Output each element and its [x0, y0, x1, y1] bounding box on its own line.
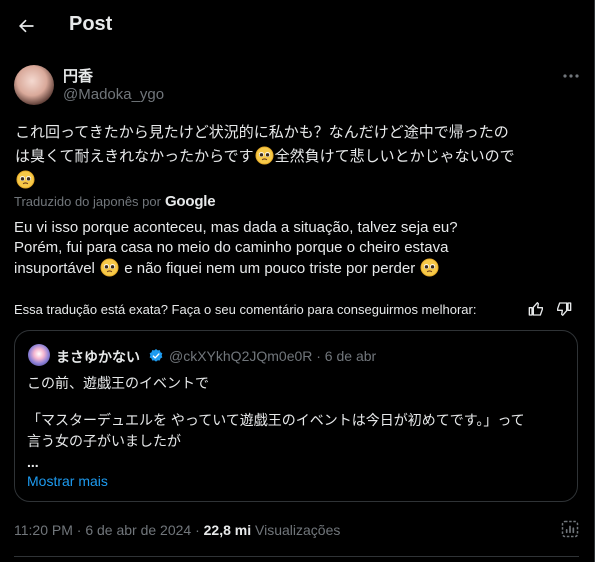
- post-stats-icon[interactable]: [560, 519, 580, 539]
- thumbs-down-icon[interactable]: [555, 300, 573, 318]
- translated-label: Traduzido do japonês por: [14, 194, 161, 209]
- quoted-text: この前、遊戯王のイベントで 「マスターデュエルを やっていて遊戯王のイベントは今…: [27, 373, 567, 473]
- verified-badge-icon: [149, 349, 163, 362]
- header: Post: [0, 0, 594, 53]
- translation-line-2: Porém, fui para casa no meio do caminho …: [14, 239, 449, 256]
- author-handle[interactable]: @Madoka_ygo: [63, 86, 164, 103]
- quoted-line-1: この前、遊戯王のイベントで: [27, 375, 209, 391]
- page-title: Post: [69, 13, 113, 35]
- quoted-post[interactable]: まさゆかない @ckXYkhQ2JQm0e0R · 6 de abr この前、遊…: [14, 330, 578, 502]
- pleading-face-emoji: [255, 146, 274, 165]
- more-icon[interactable]: [560, 67, 582, 85]
- pleading-face-emoji: [100, 258, 119, 277]
- tweet-line-3: [15, 169, 580, 193]
- translation-feedback-text: Essa tradução está exata? Faça o seu com…: [14, 302, 477, 317]
- translation-line-3: insuportável e não fiquei nem um pouco t…: [14, 258, 584, 279]
- divider: [14, 556, 579, 557]
- quoted-handle-date: @ckXYkhQ2JQm0e0R · 6 de abr: [169, 348, 377, 364]
- thumbs-up-icon[interactable]: [527, 300, 545, 318]
- google-logo: Google: [164, 193, 216, 210]
- tweet-text: これ回ってきたから見たけど状況的に私かも？なんだけど途中で帰ったの は臭くて耐え…: [15, 121, 580, 193]
- pleading-face-emoji: [420, 258, 439, 277]
- translation-line-1: Eu vi isso porque aconteceu, mas dada a …: [14, 219, 458, 236]
- tweet-line-2: は臭くて耐えきれなかったからです 全然負けて悲しいとかじゃないので: [15, 146, 515, 165]
- author-display-name[interactable]: 円香: [63, 65, 93, 86]
- show-more-link[interactable]: Mostrar mais: [27, 473, 108, 489]
- views-count: 22,8 mi: [203, 522, 252, 538]
- quoted-display-name[interactable]: まさゆかない: [56, 347, 140, 367]
- tweet-line-1: これ回ってきたから見たけど状況的に私かも？なんだけど途中で帰ったの: [15, 124, 509, 141]
- avatar[interactable]: [14, 65, 54, 105]
- post-footer: 11:20 PM · 6 de abr de 2024 · 22,8 mi Vi…: [14, 522, 340, 538]
- post-timestamp[interactable]: 11:20 PM · 6 de abr de 2024 ·: [14, 522, 204, 538]
- back-arrow-icon[interactable]: [12, 12, 40, 40]
- views-label: Visualizações: [251, 522, 341, 538]
- quoted-line-3: 言う女の子がいましたが: [27, 433, 181, 449]
- quoted-avatar[interactable]: [28, 344, 50, 366]
- pleading-face-emoji: [16, 170, 35, 189]
- translated-by: Traduzido do japonês por Google: [14, 193, 216, 210]
- translation-text: Eu vi isso porque aconteceu, mas dada a …: [14, 218, 584, 279]
- quoted-line-2: 「マスターデュエルを やっていて遊戯王のイベントは今日が初めてです。」って: [27, 412, 525, 428]
- quoted-ellipsis: ...: [27, 454, 39, 470]
